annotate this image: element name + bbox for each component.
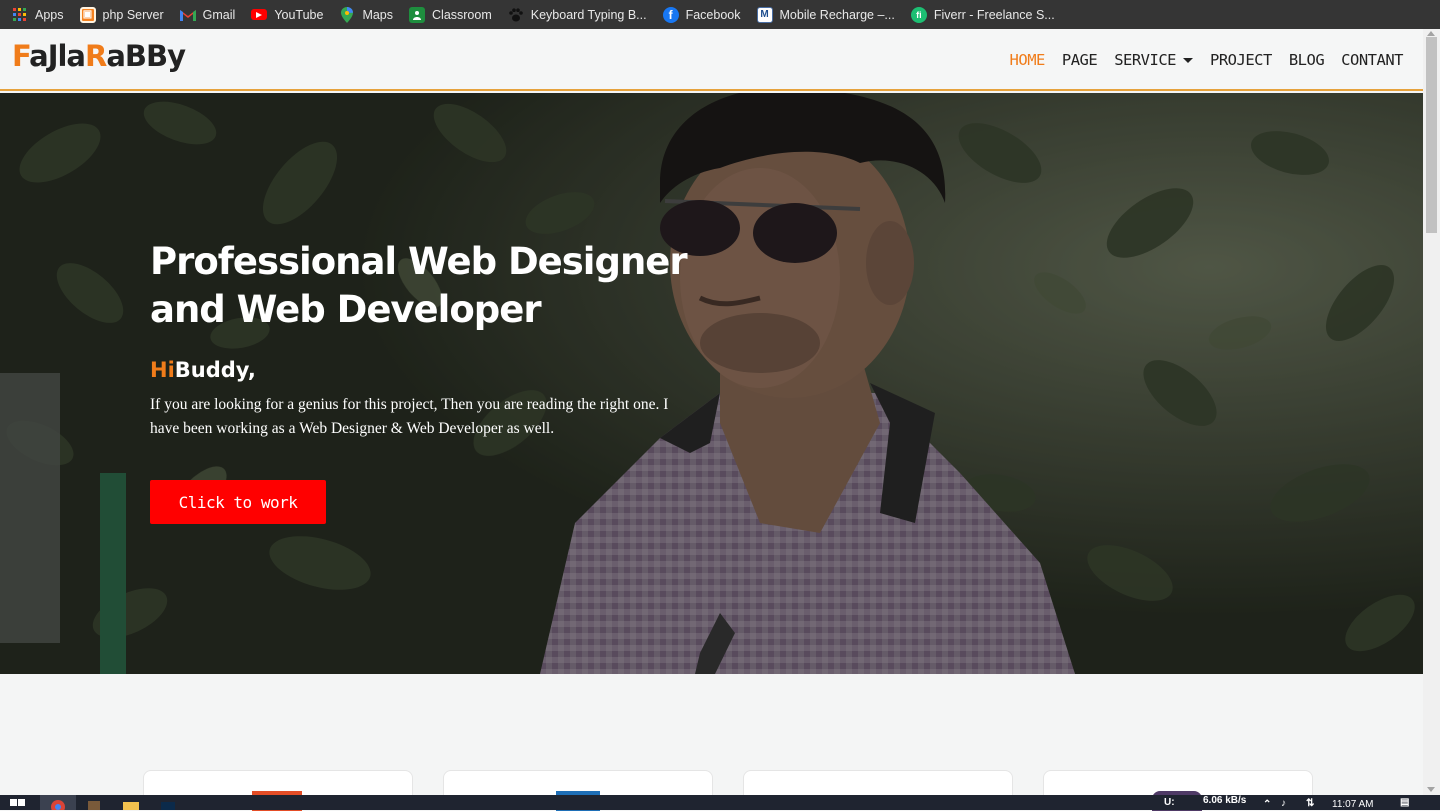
gmail-icon xyxy=(179,7,196,23)
file-explorer-icon[interactable] xyxy=(122,795,140,810)
bookmark-label: Fiverr - Freelance S... xyxy=(933,7,1055,22)
bookmark-label: Gmail xyxy=(202,7,236,22)
nav-home[interactable]: HOME xyxy=(1010,51,1046,69)
bookmark-label: Facebook xyxy=(685,7,741,22)
bookmark-label: Apps xyxy=(35,7,64,22)
apps-grid-icon xyxy=(12,7,28,23)
bookmark-mobile-recharge[interactable]: M Mobile Recharge –... xyxy=(756,6,895,23)
bookmark-label: YouTube xyxy=(274,7,324,22)
bookmark-fiverr[interactable]: fi Fiverr - Freelance S... xyxy=(910,6,1055,23)
maps-icon xyxy=(339,6,355,23)
bookmark-label: php Server xyxy=(102,7,164,22)
scrollbar-thumb[interactable] xyxy=(1426,37,1437,233)
main-menu: HOME PAGE SERVICE PROJECT BLOG CONTANT xyxy=(1010,29,1404,91)
bookmark-gmail[interactable]: Gmail xyxy=(179,7,236,23)
volume-icon[interactable]: ♪ xyxy=(1281,798,1286,809)
paw-icon xyxy=(508,7,524,23)
clock-time[interactable]: 11:07 AM xyxy=(1332,799,1374,810)
bookmarks-bar: Apps ▣ php Server Gmail YouTube Maps Cla… xyxy=(0,0,1440,29)
chevron-up-icon[interactable]: ⌃ xyxy=(1263,799,1271,810)
site-navbar: FaJlaRaBBy HOME PAGE SERVICE PROJECT BLO… xyxy=(0,29,1423,91)
greeting-hi: Hi xyxy=(150,358,175,382)
bookmark-label: Keyboard Typing B... xyxy=(530,7,647,22)
hero-description: If you are looking for a genius for this… xyxy=(150,396,669,437)
scroll-up-arrow-icon[interactable] xyxy=(1427,31,1435,36)
facebook-icon: f xyxy=(662,6,679,23)
hero-title: Professional Web Designer and Web Develo… xyxy=(150,240,688,331)
os-taskbar: U: 6.06 kB/s ⌃ ♪ ⇅ 11:07 AM ▤ xyxy=(0,795,1440,810)
nav-service-label: SERVICE xyxy=(1114,51,1177,69)
logo-letter-r: R xyxy=(85,39,107,73)
hero-background-photo xyxy=(0,93,1423,674)
bookmark-facebook[interactable]: f Facebook xyxy=(662,6,741,23)
network-icon[interactable]: ⇅ xyxy=(1306,798,1314,809)
page-scrollbar[interactable] xyxy=(1423,29,1440,795)
nav-service-dropdown[interactable]: SERVICE xyxy=(1114,51,1194,69)
bookmark-label: Classroom xyxy=(432,7,492,22)
nav-blog[interactable]: BLOG xyxy=(1289,51,1325,69)
bookmark-label: Mobile Recharge –... xyxy=(779,7,895,22)
site-logo[interactable]: FaJlaRaBBy xyxy=(12,39,186,73)
bookmark-php-server[interactable]: ▣ php Server xyxy=(79,6,164,23)
scroll-down-arrow-icon[interactable] xyxy=(1427,787,1435,792)
nav-project[interactable]: PROJECT xyxy=(1210,51,1272,69)
mobile-recharge-icon: M xyxy=(756,6,773,23)
hero-greeting: HiBuddy, xyxy=(150,358,256,382)
chevron-down-icon xyxy=(1183,57,1194,63)
bookmark-apps[interactable]: Apps xyxy=(12,7,64,23)
hero-section: Professional Web Designer and Web Develo… xyxy=(0,93,1423,674)
bookmark-keyboard-typing[interactable]: Keyboard Typing B... xyxy=(508,7,647,23)
bookmark-youtube[interactable]: YouTube xyxy=(251,8,323,22)
nav-contact[interactable]: CONTANT xyxy=(1341,51,1403,69)
click-to-work-button[interactable]: Click to work xyxy=(150,480,326,524)
network-speed: 6.06 kB/s xyxy=(1203,795,1247,806)
windows-start-icon[interactable] xyxy=(8,795,28,810)
notifications-icon[interactable]: ▤ xyxy=(1400,797,1409,808)
bookmark-label: Maps xyxy=(362,7,394,22)
logo-text-abby: aBBy xyxy=(106,39,186,73)
php-server-icon: ▣ xyxy=(79,6,96,23)
network-upload-label: U: xyxy=(1164,797,1175,808)
logo-text-ajla: aJla xyxy=(29,39,86,73)
youtube-icon xyxy=(251,9,268,20)
greeting-rest: Buddy, xyxy=(174,358,256,382)
chrome-taskbar-icon[interactable] xyxy=(40,795,76,810)
fiverr-icon: fi xyxy=(910,6,927,23)
app-taskbar-icon[interactable] xyxy=(86,795,102,810)
classroom-icon xyxy=(409,6,426,23)
bookmark-classroom[interactable]: Classroom xyxy=(409,6,492,23)
nav-page[interactable]: PAGE xyxy=(1062,51,1098,69)
photoshop-icon[interactable] xyxy=(160,795,176,810)
logo-letter-f: F xyxy=(12,39,30,73)
bookmark-maps[interactable]: Maps xyxy=(339,6,394,23)
